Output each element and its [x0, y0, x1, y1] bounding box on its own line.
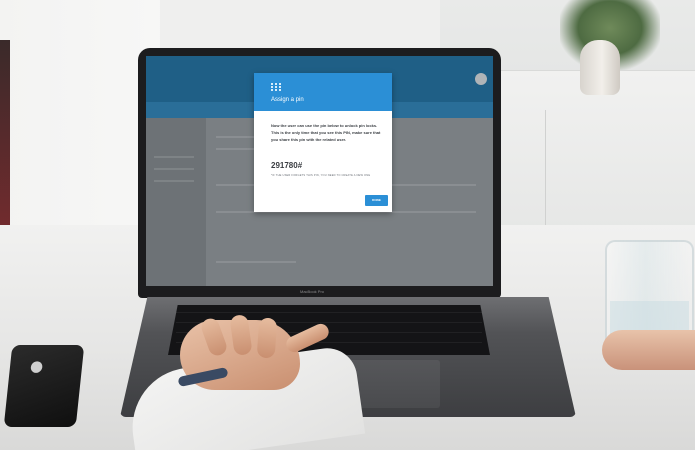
background-vase — [580, 40, 620, 95]
dimmed-line — [154, 168, 194, 170]
cabinet-door-line — [545, 110, 546, 230]
pin-code: 291780# — [271, 161, 303, 170]
photo-scene: ● Assign a pin Now the user can use the … — [0, 0, 695, 450]
dialog-header: Assign a pin — [254, 73, 392, 111]
background-cabinet — [470, 70, 695, 231]
dialog-message: Now the user can use the pin below to un… — [271, 123, 381, 142]
done-button[interactable]: DONE — [365, 195, 388, 206]
assign-pin-dialog: Assign a pin Now the user can use the pi… — [254, 73, 392, 212]
dimmed-line — [216, 261, 296, 263]
app-sidebar-dimmed — [146, 118, 206, 286]
dialog-title: Assign a pin — [271, 97, 304, 103]
avatar — [475, 73, 487, 85]
keyboard-row — [176, 312, 482, 313]
grid-icon — [271, 83, 281, 92]
smartphone: ● — [3, 345, 85, 427]
pin-note: *If the user forgets this pin, you need … — [271, 174, 371, 177]
other-hand — [602, 330, 695, 370]
laptop-brand-label: MacBook Pro — [300, 289, 325, 294]
dimmed-line — [154, 156, 194, 158]
finger — [256, 317, 278, 359]
apple-logo-icon: ● — [29, 357, 45, 375]
dimmed-line — [154, 180, 194, 182]
